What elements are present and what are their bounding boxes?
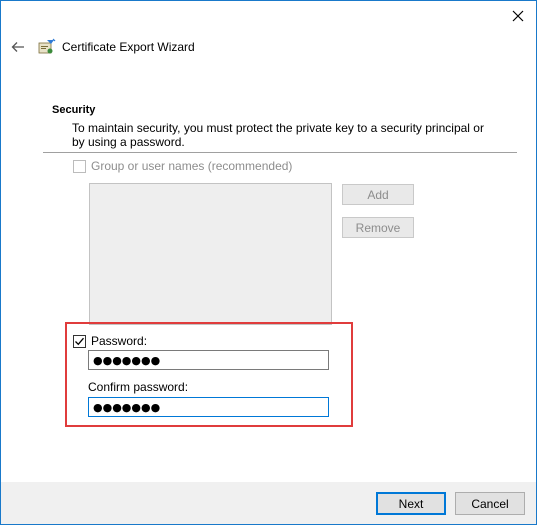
password-checkbox[interactable] [73, 334, 86, 348]
close-icon [512, 10, 524, 22]
confirm-password-label: Confirm password: [88, 380, 189, 394]
password-checkbox-row[interactable]: Password: [73, 334, 147, 348]
group-checkbox-row[interactable]: Group or user names (recommended) [73, 159, 292, 173]
remove-button[interactable]: Remove [342, 217, 414, 238]
password-input[interactable]: ●●●●●●● [88, 350, 329, 370]
wizard-title: Certificate Export Wizard [62, 40, 195, 54]
wizard-footer: Next Cancel [1, 482, 536, 524]
group-names-list[interactable] [89, 183, 332, 325]
group-checkbox[interactable] [73, 159, 86, 173]
security-header: Security To maintain security, you must … [43, 100, 517, 153]
section-title: Security [52, 104, 96, 116]
confirm-password-input[interactable]: ●●●●●●● [88, 397, 329, 417]
section-description: To maintain security, you must protect t… [72, 121, 484, 149]
cancel-button[interactable]: Cancel [455, 492, 525, 515]
checkmark-icon [75, 337, 84, 345]
close-button[interactable] [506, 5, 530, 27]
wizard-window: Certificate Export Wizard Security To ma… [0, 0, 537, 525]
add-button[interactable]: Add [342, 184, 414, 205]
password-label: Password: [91, 334, 148, 348]
next-button[interactable]: Next [376, 492, 446, 515]
back-arrow-icon [11, 42, 24, 52]
certificate-wizard-icon [38, 38, 56, 54]
group-checkbox-label: Group or user names (recommended) [91, 159, 293, 173]
back-button[interactable] [7, 37, 29, 57]
